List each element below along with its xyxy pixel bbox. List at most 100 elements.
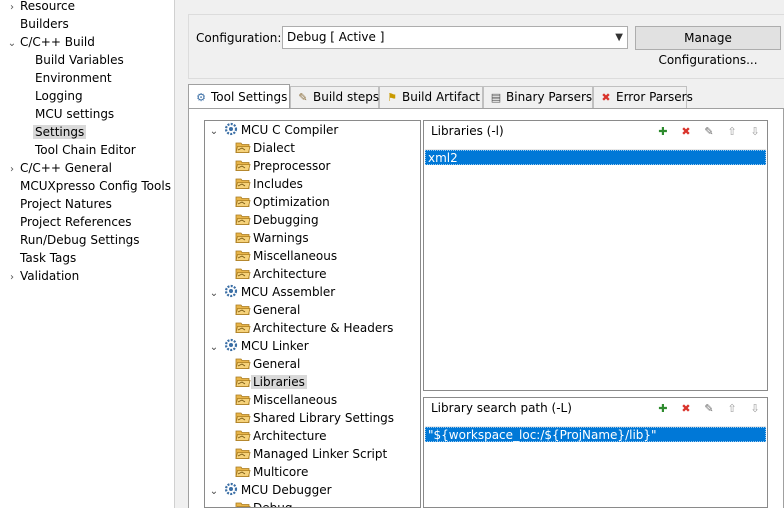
move-down-icon[interactable]: ⇩ (747, 401, 763, 417)
nav-item-label: Project References (20, 215, 132, 229)
libraries-title: Libraries (-l) (431, 124, 504, 138)
option-folder-icon (235, 322, 251, 333)
nav-item-validation[interactable]: › Validation (6, 267, 81, 285)
option-node-warnings[interactable]: Warnings (235, 229, 311, 247)
build-steps-icon: ✎ (298, 91, 308, 104)
nav-item-environment[interactable]: Environment (33, 69, 114, 87)
build-artifact-icon: ⚑ (387, 91, 397, 104)
nav-item-c-c-build[interactable]: ⌄ C/C++ Build (6, 33, 97, 51)
option-node-miscellaneous[interactable]: Miscellaneous (235, 391, 339, 409)
move-up-icon[interactable]: ⇧ (724, 401, 740, 417)
list-item[interactable]: "${workspace_loc:/${ProjName}/lib}" (425, 427, 766, 442)
chevron-down-icon: ▼ (615, 32, 623, 43)
tool-node-mcu-assembler[interactable]: ⌄ MCU Assembler (209, 283, 337, 301)
nav-item-builders[interactable]: Builders (6, 15, 71, 33)
search-path-toolbar: ✚ ✖ ✎ ⇧ ⇩ (648, 401, 763, 417)
nav-item-mcuxpresso-config-tools[interactable]: MCUXpresso Config Tools (6, 177, 173, 195)
move-up-icon[interactable]: ⇧ (724, 124, 740, 140)
option-node-architecture[interactable]: Architecture (235, 427, 328, 445)
tab-label: Tool Settings (211, 90, 288, 104)
tab-label: Build Artifact (402, 90, 480, 104)
edit-icon[interactable]: ✎ (701, 124, 717, 140)
option-node-general[interactable]: General (235, 301, 302, 319)
libraries-toolbar: ✚ ✖ ✎ ⇧ ⇩ (648, 124, 763, 140)
delete-icon[interactable]: ✖ (678, 124, 694, 140)
option-node-managed-linker-script[interactable]: Managed Linker Script (235, 445, 389, 463)
option-node-optimization[interactable]: Optimization (235, 193, 332, 211)
tree-node-label: Warnings (253, 231, 309, 245)
manage-configurations-button[interactable]: Manage Configurations... (635, 26, 781, 67)
nav-item-label: Run/Debug Settings (20, 233, 140, 247)
edit-icon[interactable]: ✎ (701, 401, 717, 417)
option-node-miscellaneous[interactable]: Miscellaneous (235, 247, 339, 265)
tree-node-label: Shared Library Settings (253, 411, 395, 425)
nav-item-project-references[interactable]: Project References (6, 213, 134, 231)
tab-binary-parsers[interactable]: ▤ Binary Parsers (483, 86, 593, 108)
tree-node-label: Dialect (253, 141, 295, 155)
option-folder-icon (235, 160, 251, 171)
add-icon[interactable]: ✚ (655, 124, 671, 140)
option-node-dialect[interactable]: Dialect (235, 139, 297, 157)
tree-node-label: Optimization (253, 195, 330, 209)
nav-item-label: Settings (33, 125, 87, 139)
nav-item-logging[interactable]: Logging (33, 87, 85, 105)
nav-item-run-debug-settings[interactable]: Run/Debug Settings (6, 231, 142, 249)
properties-nav-tree: › Resource Builders ⌄ C/C++ Build Build Varia… (0, 0, 175, 508)
tab-build-artifact[interactable]: ⚑ Build Artifact (379, 86, 483, 108)
nav-item-mcu-settings[interactable]: MCU settings (33, 105, 116, 123)
tree-node-label: Libraries (251, 375, 307, 389)
chevron-right-icon[interactable]: › (6, 269, 18, 287)
tree-node-label: Multicore (253, 465, 309, 479)
chevron-down-icon[interactable]: ⌄ (6, 35, 18, 53)
tab-error-parsers[interactable]: ✖ Error Parsers (593, 86, 693, 108)
tree-node-label: General (253, 303, 301, 317)
option-node-multicore[interactable]: Multicore (235, 463, 310, 481)
libraries-list: xml2 (425, 149, 766, 389)
add-icon[interactable]: ✚ (655, 401, 671, 417)
option-folder-icon (235, 358, 251, 369)
nav-item-label: Builders (20, 17, 69, 31)
nav-item-build-variables[interactable]: Build Variables (33, 51, 126, 69)
nav-item-label: MCUXpresso Config Tools (20, 179, 171, 193)
tab-build-steps[interactable]: ✎ Build steps (290, 86, 379, 108)
tree-node-label: Architecture (253, 267, 327, 281)
nav-item-task-tags[interactable]: Task Tags (6, 249, 78, 267)
nav-item-c-c-general[interactable]: › C/C++ General (6, 159, 114, 177)
configuration-select[interactable]: Debug [ Active ] ▼ (282, 26, 628, 49)
nav-item-resource[interactable]: › Resource (6, 0, 77, 15)
option-node-libraries[interactable]: Libraries (235, 373, 307, 391)
option-folder-icon (235, 250, 251, 261)
option-folder-icon (235, 304, 251, 315)
chevron-down-icon[interactable]: ⌄ (209, 483, 219, 501)
move-down-icon[interactable]: ⇩ (747, 124, 763, 140)
option-node-preprocessor[interactable]: Preprocessor (235, 157, 332, 175)
nav-item-project-natures[interactable]: Project Natures (6, 195, 114, 213)
binary-parsers-icon: ▤ (490, 91, 502, 104)
option-folder-icon (235, 196, 251, 207)
option-node-includes[interactable]: Includes (235, 175, 305, 193)
chevron-down-icon[interactable]: ⌄ (209, 123, 219, 141)
tool-node-mcu-c-compiler[interactable]: ⌄ MCU C Compiler (209, 121, 340, 139)
option-node-shared-library-settings[interactable]: Shared Library Settings (235, 409, 396, 427)
error-parsers-icon: ✖ (601, 91, 611, 104)
tool-node-mcu-debugger[interactable]: ⌄ MCU Debugger (209, 481, 334, 499)
list-item[interactable]: xml2 (425, 150, 766, 165)
delete-icon[interactable]: ✖ (678, 401, 694, 417)
tab-tool-settings[interactable]: ⚙ Tool Settings (188, 84, 290, 108)
chevron-down-icon[interactable]: ⌄ (209, 339, 219, 357)
option-node-debugging[interactable]: Debugging (235, 211, 321, 229)
option-node-architecture[interactable]: Architecture (235, 265, 328, 283)
nav-item-label: Task Tags (20, 251, 77, 265)
chevron-down-icon[interactable]: ⌄ (209, 285, 219, 303)
tree-node-label: Miscellaneous (253, 393, 338, 407)
library-search-path-panel: Library search path (-L) ✚ ✖ ✎ ⇧ ⇩ "${worksp… (423, 397, 768, 508)
nav-item-settings[interactable]: Settings (33, 123, 87, 141)
tab-label: Binary Parsers (506, 90, 593, 104)
nav-item-label: Resource (20, 0, 76, 13)
nav-item-tool-chain-editor[interactable]: Tool Chain Editor (33, 141, 138, 159)
option-node-architecture-headers[interactable]: Architecture & Headers (235, 319, 395, 337)
option-node-general[interactable]: General (235, 355, 302, 373)
option-folder-icon (235, 178, 251, 189)
option-node-debug[interactable]: Debug (235, 499, 294, 507)
tool-node-mcu-linker[interactable]: ⌄ MCU Linker (209, 337, 311, 355)
